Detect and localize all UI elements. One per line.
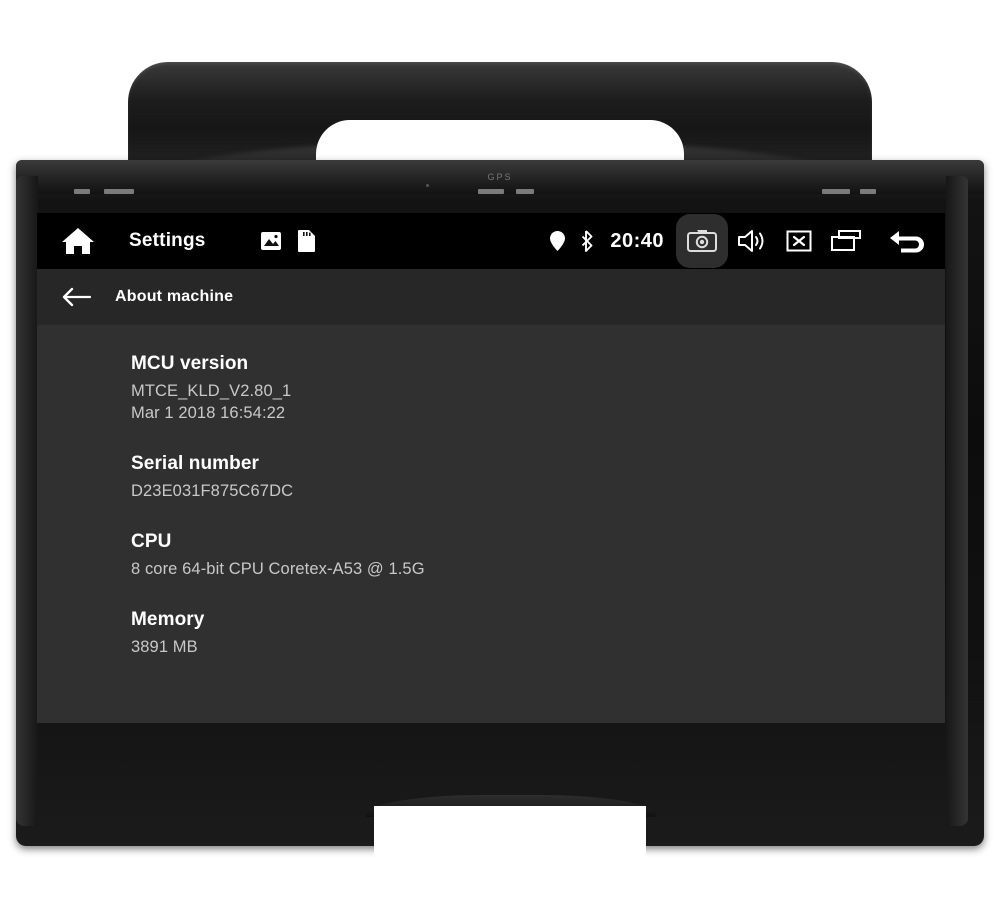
image-icon bbox=[260, 232, 281, 250]
bottom-notch-cutout bbox=[374, 806, 646, 866]
close-button[interactable] bbox=[775, 213, 822, 269]
item-title: Serial number bbox=[131, 452, 260, 474]
gallery-button[interactable] bbox=[260, 230, 282, 252]
back-arrow-icon bbox=[890, 231, 924, 253]
bezel-clip bbox=[478, 189, 504, 194]
home-icon bbox=[62, 228, 94, 254]
device-photo: GPS Settings 20:40 About machine MCU ver… bbox=[0, 0, 1000, 924]
status-bar-title: Settings bbox=[129, 230, 206, 251]
item-value: 3891 MB bbox=[131, 637, 198, 656]
page-back-button[interactable] bbox=[37, 286, 115, 308]
about-machine-list: MCU version MTCE_KLD_V2.80_1 Mar 1 2018 … bbox=[37, 325, 945, 723]
item-value: D23E031F875C67DC bbox=[131, 481, 294, 500]
camera-icon bbox=[687, 230, 717, 252]
bluetooth-icon bbox=[582, 230, 593, 252]
recent-apps-button[interactable] bbox=[822, 213, 869, 269]
bezel-clip bbox=[74, 189, 90, 194]
bezel-clip bbox=[104, 189, 134, 194]
sd-card-icon bbox=[297, 230, 315, 252]
recent-apps-icon bbox=[830, 230, 861, 251]
page-header: About machine bbox=[37, 269, 945, 325]
item-title: CPU bbox=[131, 530, 172, 552]
status-bar: Settings 20:40 bbox=[37, 213, 945, 269]
gps-marking-label: GPS bbox=[487, 172, 513, 182]
speaker-icon bbox=[737, 230, 763, 252]
item-value: Mar 1 2018 16:54:22 bbox=[131, 403, 286, 422]
bluetooth-status-icon-wrap bbox=[572, 213, 602, 269]
page-title: About machine bbox=[115, 288, 234, 305]
touchscreen[interactable]: Settings 20:40 About machine MCU version… bbox=[37, 213, 945, 723]
screenshot-button[interactable] bbox=[676, 214, 728, 268]
volume-button[interactable] bbox=[728, 213, 775, 269]
back-button[interactable] bbox=[869, 213, 945, 269]
location-pin-icon bbox=[549, 231, 565, 251]
close-box-icon bbox=[786, 230, 811, 252]
bezel-sensor-dot bbox=[426, 184, 429, 187]
item-title: MCU version bbox=[131, 353, 249, 374]
bezel-clip bbox=[516, 189, 534, 194]
status-bar-clock: 20:40 bbox=[610, 229, 664, 252]
status-home-button[interactable] bbox=[37, 225, 119, 257]
sdcard-button[interactable] bbox=[296, 229, 316, 253]
list-item: CPU 8 core 64-bit CPU Coretex-A53 @ 1.5G bbox=[131, 531, 945, 581]
item-title: Memory bbox=[131, 608, 205, 630]
list-item: MCU version MTCE_KLD_V2.80_1 Mar 1 2018 … bbox=[131, 353, 945, 425]
device-top-bezel: GPS bbox=[16, 160, 984, 194]
list-item: Memory 3891 MB bbox=[131, 609, 945, 659]
location-status-icon-wrap bbox=[542, 213, 572, 269]
item-value: 8 core 64-bit CPU Coretex-A53 @ 1.5G bbox=[131, 559, 425, 578]
item-value: MTCE_KLD_V2.80_1 bbox=[131, 382, 292, 400]
bezel-clip bbox=[822, 189, 850, 194]
list-item: Serial number D23E031F875C67DC bbox=[131, 453, 945, 503]
arrow-left-icon bbox=[62, 287, 91, 307]
bezel-clip bbox=[860, 189, 876, 194]
